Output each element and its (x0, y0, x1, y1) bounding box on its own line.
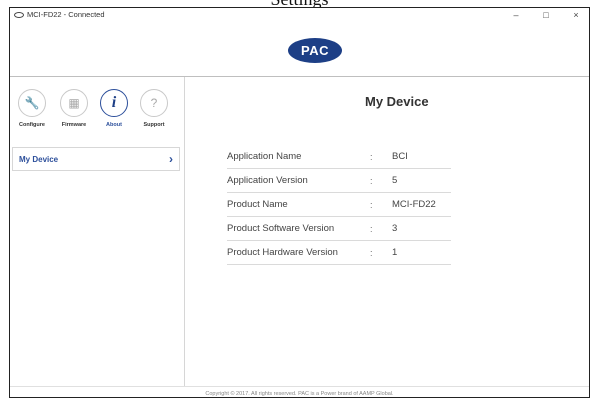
property-value: BCI (392, 151, 408, 162)
close-button[interactable]: × (569, 10, 583, 20)
property-colon: : (370, 199, 373, 210)
footer-divider (10, 386, 589, 387)
nav-firmware[interactable]: ▦ Firmware (56, 89, 92, 128)
pac-logo: PAC (288, 38, 342, 63)
info-icon: i (100, 89, 128, 117)
device-properties: Application Name : BCI Application Versi… (227, 145, 451, 265)
property-colon: : (370, 175, 373, 186)
nav-configure[interactable]: 🔧 Configure (14, 89, 50, 128)
property-colon: : (370, 223, 373, 234)
app-window: MCI-FD22 - Connected – □ × PAC 🔧 Configu… (9, 7, 590, 398)
page-title: My Device (365, 94, 429, 109)
nav-support-label: Support (143, 122, 165, 128)
table-row: Product Software Version : 3 (227, 217, 451, 241)
property-value: 5 (392, 175, 398, 186)
panel-divider (184, 77, 185, 387)
title-bar: MCI-FD22 - Connected – □ × (10, 8, 589, 24)
nav-about[interactable]: i About (96, 89, 132, 128)
nav-configure-label: Configure (19, 122, 45, 128)
table-row: Product Hardware Version : 1 (227, 241, 451, 265)
minimize-button[interactable]: – (509, 10, 523, 20)
nav-about-label: About (106, 122, 122, 128)
property-key: Application Name (227, 151, 302, 162)
nav-support[interactable]: ? Support (136, 89, 172, 128)
property-key: Product Software Version (227, 223, 335, 234)
question-icon: ? (140, 89, 168, 117)
property-value: MCI-FD22 (392, 199, 436, 210)
wrench-icon: 🔧 (18, 89, 46, 117)
sidebar-item-my-device[interactable]: My Device › (12, 147, 180, 171)
table-row: Product Name : MCI-FD22 (227, 193, 451, 217)
window-title: MCI-FD22 - Connected (27, 10, 105, 19)
app-icon (14, 11, 24, 18)
table-row: Application Name : BCI (227, 145, 451, 169)
logo-area: PAC (10, 24, 589, 78)
property-value: 1 (392, 247, 398, 258)
firmware-icon: ▦ (60, 89, 88, 117)
property-value: 3 (392, 223, 398, 234)
property-key: Product Hardware Version (227, 247, 338, 258)
sidebar-item-label: My Device (19, 154, 59, 164)
table-row: Application Version : 5 (227, 169, 451, 193)
property-colon: : (370, 151, 373, 162)
window-controls: – □ × (509, 10, 583, 20)
nav-firmware-label: Firmware (61, 122, 87, 128)
property-key: Application Version (227, 175, 308, 186)
property-key: Product Name (227, 199, 288, 210)
left-panel: 🔧 Configure ▦ Firmware i About ? Support… (10, 77, 184, 387)
title-area: MCI-FD22 - Connected (14, 10, 105, 19)
maximize-button[interactable]: □ (539, 10, 553, 20)
property-colon: : (370, 247, 373, 258)
copyright-footer: Copyright © 2017. All rights reserved. P… (205, 391, 394, 397)
chevron-right-icon: › (169, 152, 173, 166)
